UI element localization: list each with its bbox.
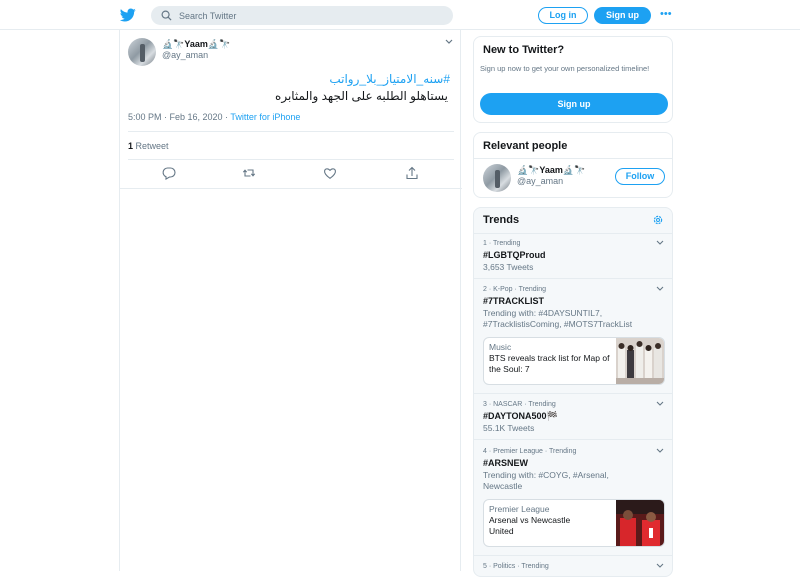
divider [474, 439, 672, 440]
trend-context: 3 · NASCAR · Trending [483, 401, 556, 408]
search-box[interactable] [151, 6, 453, 25]
search-input[interactable] [179, 6, 439, 25]
share-icon[interactable] [405, 166, 419, 180]
divider [128, 159, 454, 160]
card-title: New to Twitter? [483, 44, 565, 56]
trend-name: #LGBTQProud [483, 250, 546, 260]
chevron-down-icon[interactable] [656, 401, 664, 407]
divider [474, 233, 672, 234]
reply-icon[interactable] [162, 166, 176, 180]
news-card[interactable]: Music BTS reveals track list for Map of … [483, 337, 665, 385]
trend-name: #ARSNEW [483, 458, 529, 468]
like-icon[interactable] [323, 166, 337, 180]
tweet-column: 🔬🔭Yaam🔬🔭 @ay_aman #سنه_الامتياز_بلا_روات… [119, 30, 462, 571]
tweet-hashtag-link[interactable]: #سنه_الامتياز_بلا_رواتب [329, 72, 450, 86]
person-handle[interactable]: @ay_aman [517, 176, 563, 186]
new-to-twitter-card: New to Twitter? Sign up now to get your … [473, 36, 673, 123]
divider [128, 131, 454, 132]
card-title: Trends [483, 214, 520, 226]
tweet-timestamp[interactable]: 5:00 PM · Feb 16, 2020 · [128, 112, 230, 122]
news-headline: BTS reveals track list for Map of the So… [489, 353, 610, 374]
tweet-text: يستاهلو الطلبه على الجهد والمثابره [275, 89, 448, 103]
tweet-author-handle[interactable]: @ay_aman [162, 50, 208, 60]
twitter-logo-icon[interactable] [120, 7, 136, 23]
chevron-down-icon[interactable] [444, 38, 454, 46]
chevron-down-icon[interactable] [656, 286, 664, 292]
trend-name: #7TRACKLIST [483, 296, 545, 306]
news-card[interactable]: Premier League Arsenal vs Newcastle Unit… [483, 499, 665, 547]
chevron-down-icon[interactable] [656, 563, 664, 569]
trend-context: 1 · Trending [483, 240, 521, 247]
divider [474, 555, 672, 556]
trend-context: 5 · Politics · Trending [483, 563, 549, 570]
news-image [616, 338, 664, 384]
gear-icon[interactable] [652, 214, 664, 226]
card-description: Sign up now to get your own personalized… [480, 64, 650, 73]
relevant-people-card: Relevant people 🔬🔭Yaam🔬🔭 @ay_aman Follow [473, 132, 673, 198]
trends-card: Trends 1 · Trending #LGBTQProud 3,653 Tw… [473, 207, 673, 577]
top-bar: Log in Sign up ••• [0, 0, 800, 30]
card-title: Relevant people [483, 140, 568, 152]
tweet-actions [120, 166, 462, 182]
chevron-down-icon[interactable] [656, 448, 664, 454]
login-button[interactable]: Log in [538, 7, 588, 24]
divider [474, 278, 672, 279]
divider [120, 188, 462, 189]
retweet-icon[interactable] [242, 166, 256, 180]
signup-button[interactable]: Sign up [480, 93, 668, 115]
trend-context: 4 · Premier League · Trending [483, 448, 577, 455]
signup-button[interactable]: Sign up [594, 7, 651, 24]
tweet-source-link[interactable]: Twitter for iPhone [230, 112, 300, 122]
news-headline: Arsenal vs Newcastle United [489, 515, 571, 536]
divider [474, 393, 672, 394]
news-category: Premier League [489, 504, 550, 514]
news-image [616, 500, 664, 546]
chevron-down-icon[interactable] [656, 240, 664, 246]
follow-button[interactable]: Follow [615, 168, 665, 185]
search-icon [161, 10, 172, 21]
tweet-meta: 5:00 PM · Feb 16, 2020 · Twitter for iPh… [128, 112, 300, 122]
avatar[interactable] [483, 164, 511, 192]
trend-name: #DAYTONA500🏁 [483, 411, 558, 421]
avatar[interactable] [128, 38, 156, 66]
person-name[interactable]: 🔬🔭Yaam🔬🔭 [517, 165, 585, 176]
retweet-count[interactable]: 1 Retweet [128, 141, 169, 151]
tweet-author-name[interactable]: 🔬🔭Yaam🔬🔭 [162, 39, 230, 50]
trend-context: 2 · K-Pop · Trending [483, 286, 547, 293]
trend-related: Trending with: #COYG, #Arsenal, Newcastl… [483, 470, 609, 491]
more-options-icon[interactable]: ••• [660, 8, 672, 20]
trend-related: Trending with: #4DAYSUNTIL7, #7Tracklist… [483, 308, 633, 329]
trend-tweet-count: 55.1K Tweets [483, 423, 535, 433]
trend-tweet-count: 3,653 Tweets [483, 262, 534, 272]
news-category: Music [489, 342, 512, 352]
retweet-count-label: Retweet [133, 141, 169, 151]
divider [474, 158, 672, 159]
